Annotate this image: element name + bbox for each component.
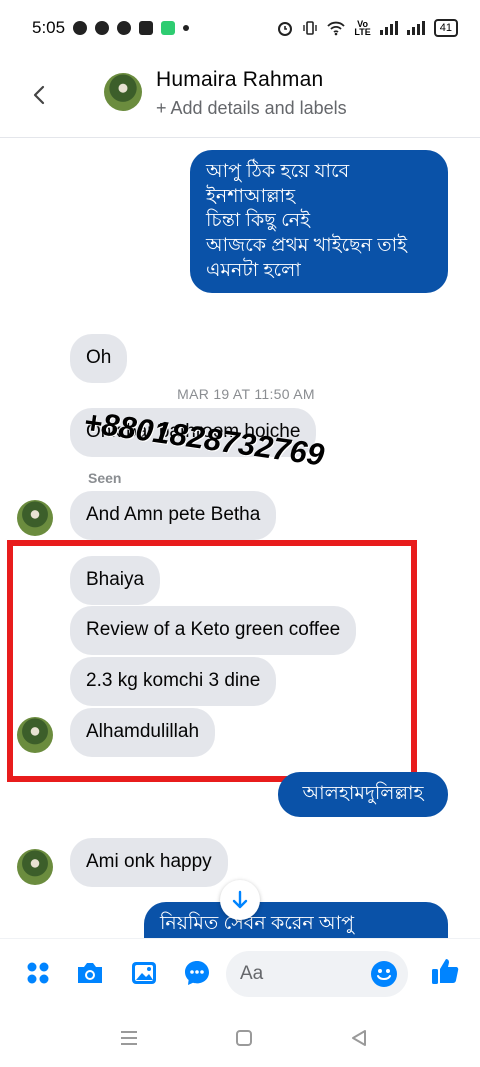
message-line: এমনটা হলো <box>206 259 301 281</box>
message-timestamp: MAR 19 AT 11:50 AM <box>177 386 315 402</box>
highlight-box <box>7 540 417 782</box>
seen-indicator: Seen <box>88 470 122 486</box>
message-line: আজকে প্রথম খাইছেন তাই <box>206 235 407 257</box>
sender-avatar[interactable] <box>17 500 53 536</box>
volte-indicator: Vo LTE <box>354 20 371 37</box>
signal-2-icon <box>406 21 425 35</box>
incoming-message-bubble[interactable]: And Amn pete Betha <box>70 491 277 540</box>
message-line: ইনশাআল্লাহ <box>206 185 296 207</box>
more-actions-button[interactable] <box>23 958 53 988</box>
menu-lines-icon <box>121 1031 137 1045</box>
outgoing-message-bubble[interactable]: আলহামদুলিল্লাহ <box>278 772 448 817</box>
messenger-notification-icon <box>117 21 132 35</box>
voice-message-button[interactable] <box>182 958 212 988</box>
youtube-notification-icon <box>139 21 154 35</box>
gallery-button[interactable] <box>129 958 159 988</box>
home-button[interactable] <box>232 1026 256 1050</box>
message-line: আপু ঠিক হয়ে যাবে <box>206 161 350 182</box>
camera-button[interactable] <box>75 958 105 988</box>
message-text: And Amn pete Betha <box>86 504 261 525</box>
outgoing-message-bubble[interactable]: আপু ঠিক হয়ে যাবে ইনশাআল্লাহ চিন্তা কিছু… <box>190 150 448 294</box>
wifi-icon <box>327 21 346 36</box>
alarm-icon <box>278 22 293 36</box>
message-text: Oh <box>86 347 112 368</box>
recent-apps-button[interactable] <box>117 1026 141 1050</box>
vibrate-icon <box>303 21 318 35</box>
back-arrow-icon[interactable] <box>26 78 56 112</box>
image-icon <box>132 962 156 984</box>
contact-name[interactable]: Humaira Rahman <box>156 68 323 92</box>
status-time: 5:05 <box>32 18 66 37</box>
message-thread[interactable]: আপু ঠিক হয়ে যাবে ইনশাআল্লাহ চিন্তা কিছু… <box>0 138 480 938</box>
message-text: Ami onk happy <box>86 851 212 872</box>
incoming-message-bubble[interactable]: Ami onk happy <box>70 838 228 887</box>
contact-avatar[interactable] <box>104 73 142 111</box>
status-left: 5:05 <box>32 18 190 38</box>
grid-dots-icon <box>27 962 49 984</box>
app-notification-icon <box>161 21 176 35</box>
signal-1-icon <box>379 21 398 35</box>
snapchat-notification-icon <box>95 21 110 35</box>
message-composer <box>0 938 480 1008</box>
like-button[interactable] <box>430 956 460 986</box>
home-square-icon <box>236 1030 252 1046</box>
sender-avatar[interactable] <box>17 849 53 885</box>
status-right: Vo LTE 41 <box>277 19 458 37</box>
system-back-button[interactable] <box>347 1026 371 1050</box>
battery-indicator: 41 <box>433 19 458 37</box>
system-navigation-bar <box>0 1008 480 1067</box>
conversation-header: Humaira Rahman + Add details and labels <box>0 56 480 138</box>
back-triangle-icon <box>352 1030 366 1046</box>
status-bar: 5:05 Vo LTE 41 <box>0 0 480 56</box>
add-details-link[interactable]: + Add details and labels <box>156 98 347 119</box>
outgoing-message-bubble[interactable]: নিয়মিত সেবন করেন আপু <box>144 902 448 938</box>
message-line: চিন্তা কিছু নেই <box>206 210 311 232</box>
arrow-down-icon <box>232 890 248 909</box>
emoji-icon[interactable] <box>370 960 398 988</box>
chat-bubble-icon <box>185 961 209 985</box>
more-notifications-icon <box>183 25 190 31</box>
camera-icon <box>78 963 102 983</box>
scroll-to-bottom-button[interactable] <box>220 880 260 920</box>
chat-notification-icon <box>73 21 88 35</box>
incoming-message-bubble[interactable]: Oh <box>70 334 128 383</box>
volte-bottom-label: LTE <box>354 27 371 37</box>
message-text: নিয়মিত সেবন করেন আপু <box>160 913 355 934</box>
message-text: আলহামদুলিল্লাহ <box>302 783 424 804</box>
thumbs-up-icon <box>432 959 459 984</box>
